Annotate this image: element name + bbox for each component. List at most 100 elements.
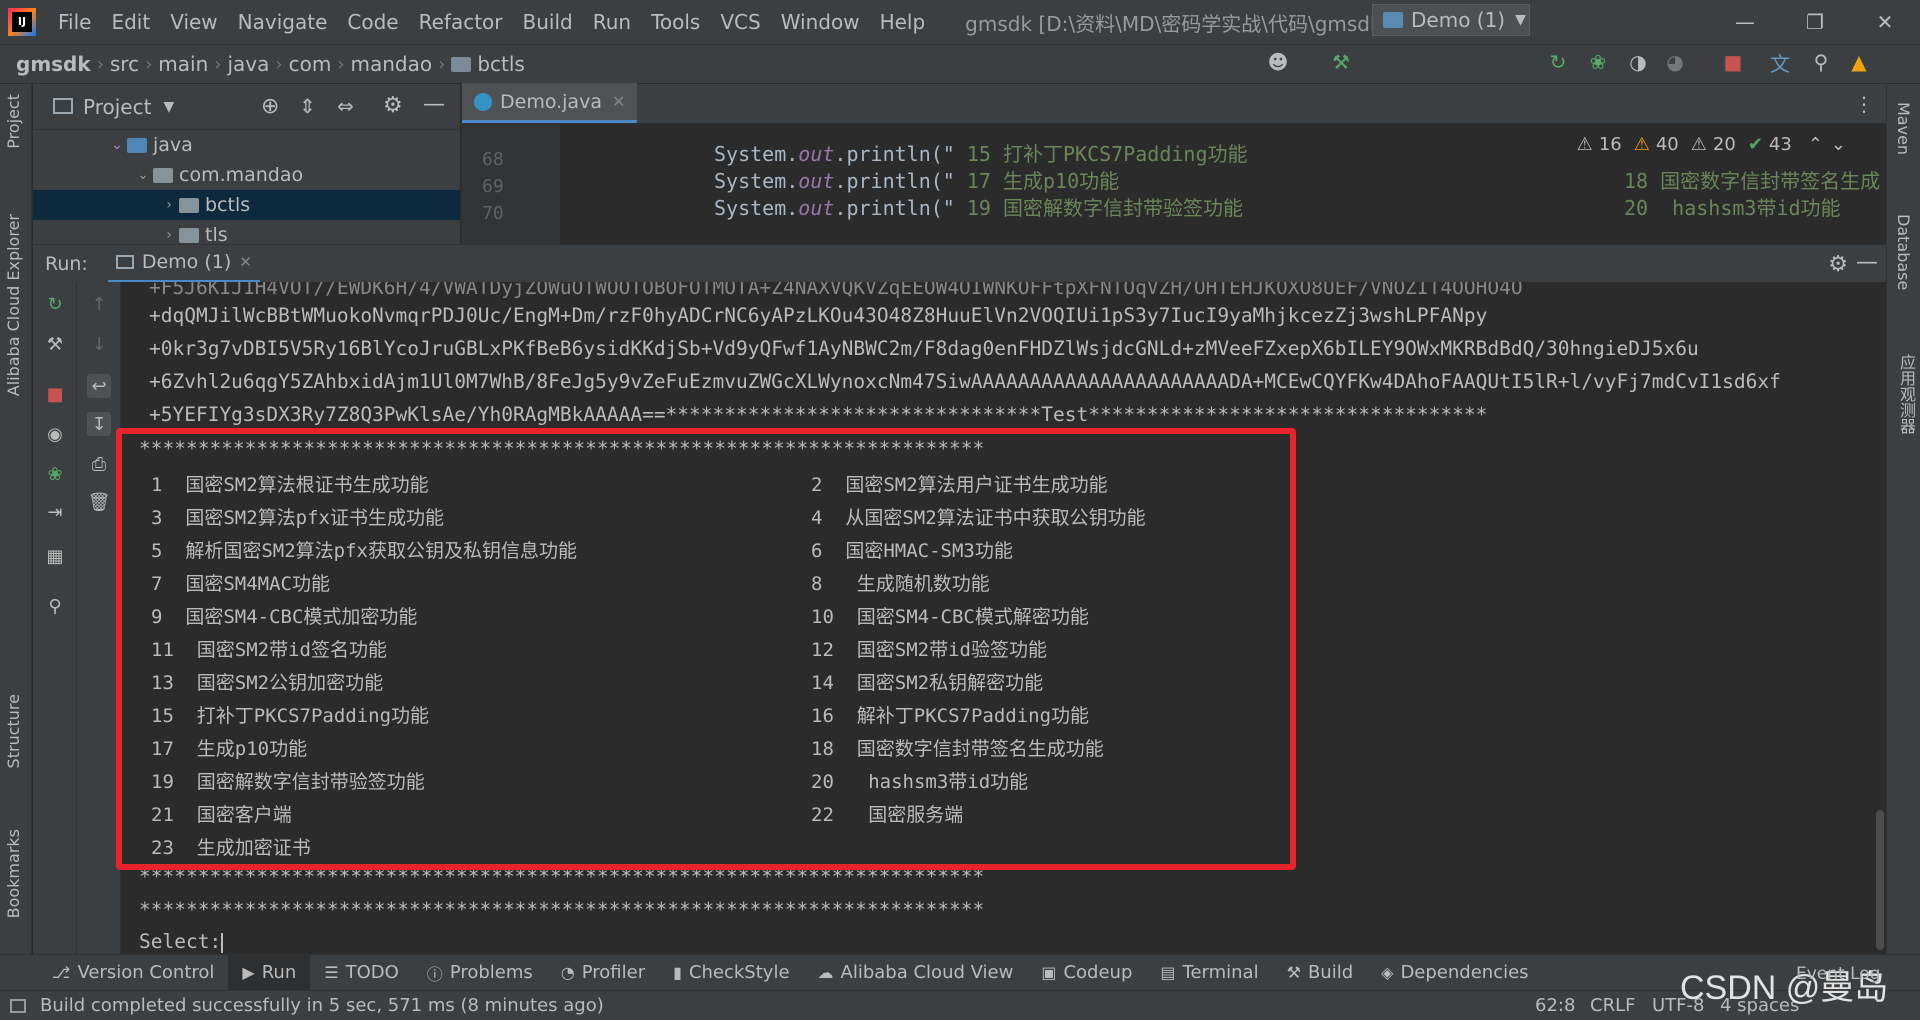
maven-tool-tab[interactable]: Maven bbox=[1894, 102, 1913, 155]
tool-tab-version-control[interactable]: ⎇ Version Control bbox=[38, 955, 228, 991]
chevron-right-icon[interactable]: › bbox=[159, 227, 179, 243]
coverage-icon[interactable]: ◑ bbox=[1625, 50, 1651, 74]
menu-item-tools[interactable]: Tools bbox=[641, 0, 710, 44]
layout-icon[interactable]: ▦ bbox=[43, 544, 67, 568]
status-bar: Build completed successfully in 5 sec, 5… bbox=[0, 990, 1920, 1020]
user-icon[interactable]: ☻ bbox=[1265, 50, 1291, 74]
structure-tool-tab[interactable]: Structure bbox=[4, 694, 23, 768]
database-tool-tab[interactable]: Database bbox=[1894, 214, 1913, 290]
print-icon[interactable]: ⎙ bbox=[87, 452, 111, 476]
tool-tab-dependencies[interactable]: ◈ Dependencies bbox=[1367, 955, 1542, 991]
update-icon[interactable]: ▲ bbox=[1846, 50, 1872, 74]
stop-icon[interactable]: ■ bbox=[1720, 50, 1746, 74]
tree-item[interactable]: ⌄ java bbox=[33, 130, 460, 160]
menu-item-view[interactable]: View bbox=[160, 0, 227, 44]
app-observer-tool-tab[interactable]: 应用观测器 bbox=[1894, 354, 1918, 434]
status-message[interactable]: Build completed successfully in 5 sec, 5… bbox=[40, 995, 604, 1016]
tool-tab-codeup[interactable]: ▣ Codeup bbox=[1027, 955, 1146, 991]
locate-icon[interactable]: ⊕ bbox=[261, 94, 279, 119]
status-window-icon[interactable] bbox=[10, 998, 26, 1013]
next-highlight-icon[interactable]: ⌄ bbox=[1831, 134, 1846, 155]
camera-icon[interactable]: ◉ bbox=[43, 422, 67, 446]
tool-tab-checkstyle[interactable]: ▮ CheckStyle bbox=[659, 955, 803, 991]
tool-tab-build[interactable]: ⚒ Build bbox=[1273, 955, 1368, 991]
run-tab-demo[interactable]: Demo (1) ✕ bbox=[107, 245, 260, 283]
debug-icon[interactable]: ❀ bbox=[43, 462, 67, 486]
soft-wrap-icon[interactable]: ↩ bbox=[87, 374, 111, 398]
run-configuration-select[interactable]: Demo (1) ▼ bbox=[1372, 4, 1530, 36]
tool-tab-todo[interactable]: ☰ TODO bbox=[310, 955, 413, 991]
menu-item-build[interactable]: Build bbox=[513, 0, 583, 44]
breadcrumb-item[interactable]: java bbox=[221, 52, 275, 76]
chevron-down-icon[interactable]: ⌄ bbox=[107, 137, 127, 153]
breadcrumb-item[interactable]: bctls bbox=[471, 52, 531, 76]
menu-item-vcs[interactable]: VCS bbox=[710, 0, 770, 44]
hammer-build-icon[interactable]: ⚒ bbox=[1328, 50, 1354, 74]
close-tab-icon[interactable]: ✕ bbox=[239, 253, 252, 271]
hide-icon[interactable]: — bbox=[423, 92, 445, 117]
inspection-widget[interactable]: ⚠ 16 ⚠ 40 ⚠ 20 ✔ 43 ⌃ ⌄ bbox=[1571, 134, 1846, 155]
breadcrumb-item[interactable]: gmsdk bbox=[10, 52, 97, 76]
chevron-down-icon[interactable]: ▼ bbox=[163, 99, 174, 115]
chevron-down-icon[interactable]: ⌄ bbox=[133, 167, 153, 183]
bookmarks-tool-tab[interactable]: Bookmarks bbox=[4, 829, 23, 918]
run-label: Run: bbox=[45, 252, 88, 275]
translate-icon[interactable]: 文 bbox=[1767, 50, 1793, 76]
line-separator[interactable]: CRLF bbox=[1590, 995, 1635, 1016]
exit-icon[interactable]: ⇥ bbox=[43, 500, 67, 524]
wrench-icon[interactable]: ⚒ bbox=[43, 332, 67, 356]
menu-item-code[interactable]: Code bbox=[337, 0, 408, 44]
up-arrow-icon[interactable]: ↑ bbox=[87, 292, 111, 316]
caret-position[interactable]: 62:8 bbox=[1535, 995, 1575, 1016]
tool-tab-run[interactable]: ▶ Run bbox=[228, 954, 311, 991]
breadcrumb-item[interactable]: src bbox=[104, 52, 145, 76]
more-icon[interactable]: ⋮ bbox=[1854, 92, 1874, 116]
console-line-partial: +F5J6KIJ1H4VOT//EWDK6H/4/VWATDyjZOWuOTWO… bbox=[149, 282, 1523, 299]
search-icon[interactable]: ⚲ bbox=[1808, 50, 1834, 74]
expand-all-icon[interactable]: ⇕ bbox=[299, 94, 316, 118]
rerun-icon[interactable]: ↻ bbox=[1545, 50, 1571, 74]
hide-icon[interactable]: — bbox=[1856, 250, 1878, 275]
debug-icon[interactable]: ❀ bbox=[1585, 50, 1611, 74]
alibaba-cloud-explorer-tab[interactable]: Alibaba Cloud Explorer bbox=[4, 214, 23, 396]
prompt-line[interactable]: Select: bbox=[139, 930, 224, 953]
menu-item-help[interactable]: Help bbox=[870, 0, 936, 44]
scroll-to-end-icon[interactable]: ↧ bbox=[87, 412, 111, 436]
restore-icon[interactable]: ❐ bbox=[1780, 0, 1850, 44]
stop-icon[interactable]: ■ bbox=[43, 382, 67, 406]
tool-tab-profiler[interactable]: ◔ Profiler bbox=[547, 955, 659, 991]
breadcrumb-item[interactable]: main bbox=[152, 52, 214, 76]
menu-item-run[interactable]: Run bbox=[583, 0, 641, 44]
breadcrumb-item[interactable]: com bbox=[283, 52, 338, 76]
tab-label: Demo.java bbox=[500, 90, 602, 113]
down-arrow-icon[interactable]: ↓ bbox=[87, 332, 111, 356]
prev-highlight-icon[interactable]: ⌃ bbox=[1808, 134, 1823, 155]
menu-item-edit[interactable]: Edit bbox=[101, 0, 160, 44]
close-tab-icon[interactable]: ✕ bbox=[612, 92, 625, 111]
chevron-right-icon[interactable]: › bbox=[159, 197, 179, 213]
tree-item[interactable]: ⌄ com.mandao bbox=[33, 160, 460, 190]
profile-icon[interactable]: ◕ bbox=[1662, 50, 1688, 74]
console-scrollbar[interactable] bbox=[1876, 810, 1884, 950]
project-title[interactable]: Project bbox=[83, 95, 151, 119]
gear-icon[interactable]: ⚙ bbox=[1828, 252, 1848, 277]
menu-item-window[interactable]: Window bbox=[771, 0, 870, 44]
pin-icon[interactable]: ⚲ bbox=[43, 594, 67, 618]
project-tool-tab[interactable]: Project bbox=[4, 94, 23, 149]
tab-demo-java[interactable]: Demo.java ✕ bbox=[462, 83, 638, 123]
trash-icon[interactable]: 🗑 bbox=[87, 490, 111, 514]
breadcrumb-item[interactable]: mandao bbox=[345, 52, 439, 76]
menu-item-file[interactable]: File bbox=[48, 0, 101, 44]
rerun-icon[interactable]: ↻ bbox=[43, 292, 67, 316]
tool-tab-terminal[interactable]: ▤ Terminal bbox=[1146, 955, 1272, 991]
close-icon[interactable]: ✕ bbox=[1850, 0, 1920, 44]
collapse-all-icon[interactable]: ⇔ bbox=[337, 94, 354, 118]
menu-item-navigate[interactable]: Navigate bbox=[228, 0, 338, 44]
gear-icon[interactable]: ⚙ bbox=[383, 93, 403, 118]
menu-item-refactor[interactable]: Refactor bbox=[409, 0, 513, 44]
event-log-tab[interactable]: Event Log bbox=[1796, 964, 1880, 984]
tool-tab-alibaba-cloud-view[interactable]: ☁ Alibaba Cloud View bbox=[804, 955, 1028, 991]
tool-tab-problems[interactable]: ⓘ Problems bbox=[413, 955, 547, 991]
tree-item[interactable]: › bctls bbox=[33, 190, 460, 220]
minimize-icon[interactable]: — bbox=[1710, 0, 1780, 44]
